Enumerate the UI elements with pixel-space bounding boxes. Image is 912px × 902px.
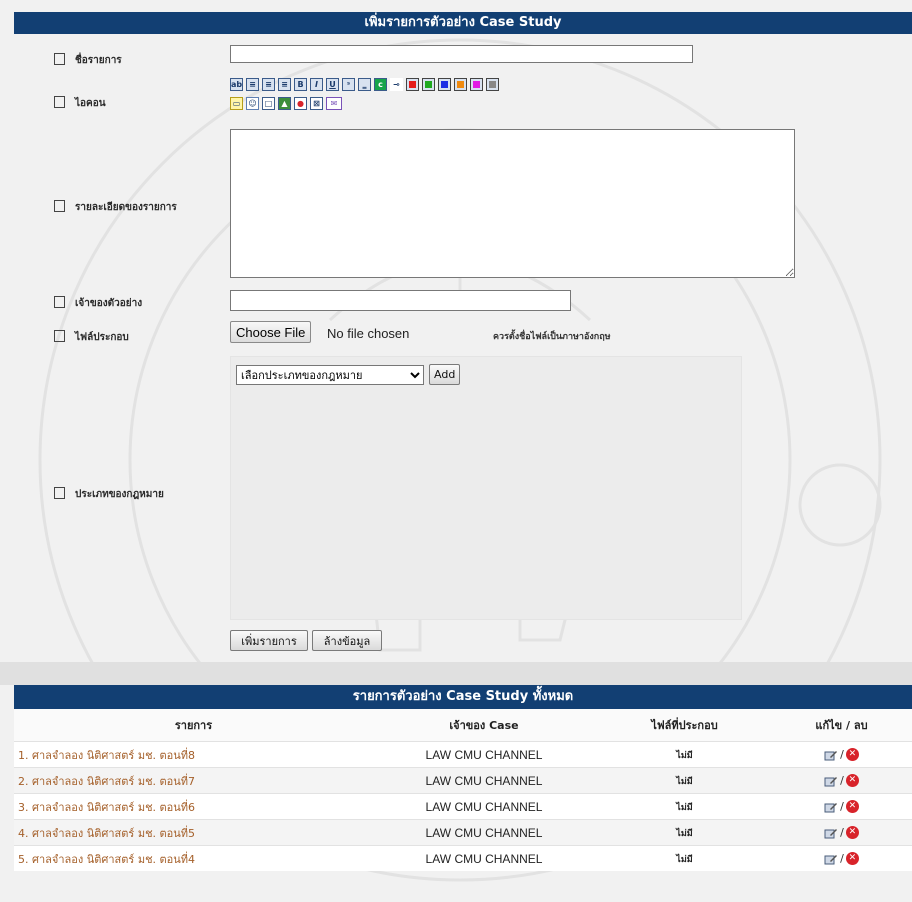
action-separator: / [840, 773, 844, 787]
action-separator: / [840, 747, 844, 761]
add-case-study-header: เพิ่มรายการตัวอย่าง Case Study [14, 12, 912, 34]
item-link[interactable]: 3. ศาลจำลอง นิติศาสตร์ มช. ตอนที่6 [14, 793, 370, 820]
frame-icon[interactable]: □ [262, 97, 275, 110]
image-icon[interactable]: ▲ [278, 97, 291, 110]
actions-cell: / ✕ [771, 845, 912, 871]
bullet-icon [54, 53, 65, 65]
green-color-icon[interactable] [422, 78, 435, 91]
file-cell: ไม่มี [598, 793, 771, 820]
red-color-icon[interactable] [406, 78, 419, 91]
icon-label: ไอคอน [54, 96, 106, 111]
action-separator: / [840, 851, 844, 865]
gray-color-icon[interactable] [486, 78, 499, 91]
file-status: No file chosen [327, 326, 410, 341]
delete-icon[interactable]: ✕ [845, 800, 859, 814]
orange-color-icon[interactable] [454, 78, 467, 91]
file-cell: ไม่มี [598, 767, 771, 794]
owner-input[interactable] [230, 290, 571, 311]
color-icon[interactable]: c [374, 78, 387, 91]
justify-center-icon[interactable]: ≡ [262, 78, 275, 91]
table-row: 4. ศาลจำลอง นิติศาสตร์ มช. ตอนที่5 LAW C… [14, 819, 912, 846]
law-type-select[interactable]: เลือกประเภทของกฎหมาย [236, 365, 424, 385]
section-divider [0, 662, 912, 685]
actions-cell: / ✕ [771, 793, 912, 820]
justify-left-icon[interactable]: ≡ [246, 78, 259, 91]
file-cell: ไม่มี [598, 845, 771, 871]
emoticon-icon[interactable]: ☺ [246, 97, 259, 110]
bullet-icon [54, 487, 65, 499]
law-type-label: ประเภทของกฎหมาย [54, 487, 164, 502]
edit-icon[interactable] [824, 801, 838, 813]
formatting-toolbar: ab ≡ ≡ ≡ B I U ˢ ‗ c ⊸ [230, 78, 499, 91]
edit-icon[interactable] [824, 749, 838, 761]
choose-file-button[interactable]: Choose File [230, 321, 312, 343]
table-header-row: รายการ เจ้าของ Case ไฟล์ที่ประกอบ แก้ไข … [14, 709, 912, 742]
actions-cell: / ✕ [771, 767, 912, 794]
column-header-actions: แก้ไข / ลบ [771, 709, 912, 742]
highlight-icon[interactable]: ⊸ [390, 78, 403, 91]
owner-label: เจ้าของตัวอย่าง [54, 296, 142, 311]
delete-icon[interactable]: ✕ [845, 748, 859, 762]
bullet-icon [54, 96, 65, 108]
item-link[interactable]: 2. ศาลจำลอง นิติศาสตร์ มช. ตอนที่7 [14, 767, 370, 794]
owner-cell: LAW CMU CHANNEL [370, 845, 598, 871]
table-row: 3. ศาลจำลอง นิติศาสตร์ มช. ตอนที่6 LAW C… [14, 793, 912, 820]
delete-icon[interactable]: ✕ [845, 852, 859, 866]
file-label: ไฟล์ประกอบ [54, 330, 129, 345]
case-study-list-header: รายการตัวอย่าง Case Study ทั้งหมด [14, 685, 912, 709]
table-row: 1. ศาลจำลอง นิติศาสตร์ มช. ตอนที่8 LAW C… [14, 741, 912, 768]
blue-color-icon[interactable] [438, 78, 451, 91]
case-study-table: รายการ เจ้าของ Case ไฟล์ที่ประกอบ แก้ไข … [14, 709, 912, 871]
underline-icon[interactable]: U [326, 78, 339, 91]
edit-icon[interactable] [824, 853, 838, 865]
column-header-item: รายการ [14, 709, 370, 742]
file-cell: ไม่มี [598, 819, 771, 846]
table-row: 5. ศาลจำลอง นิติศาสตร์ มช. ตอนที่4 LAW C… [14, 845, 912, 871]
justify-right-icon[interactable]: ≡ [278, 78, 291, 91]
law-type-box [230, 356, 742, 620]
bullet-icon [54, 296, 65, 308]
column-header-owner: เจ้าของ Case [370, 709, 598, 742]
item-name-label: ชื่อรายการ [54, 53, 122, 68]
email-icon[interactable]: ✉ [326, 97, 342, 110]
owner-cell: LAW CMU CHANNEL [370, 741, 598, 768]
italic-icon[interactable]: I [310, 78, 323, 91]
table-row: 2. ศาลจำลอง นิติศาสตร์ มช. ตอนที่7 LAW C… [14, 767, 912, 794]
column-header-file: ไฟล์ที่ประกอบ [598, 709, 771, 742]
item-link[interactable]: 4. ศาลจำลอง นิติศาสตร์ มช. ตอนที่5 [14, 819, 370, 846]
subscript-icon[interactable]: ‗ [358, 78, 371, 91]
file-cell: ไม่มี [598, 741, 771, 768]
bullet-icon [54, 330, 65, 342]
owner-cell: LAW CMU CHANNEL [370, 767, 598, 794]
link-icon[interactable]: ⊠ [310, 97, 323, 110]
bullet-icon [54, 200, 65, 212]
detail-textarea[interactable] [230, 129, 795, 278]
item-link[interactable]: 5. ศาลจำลอง นิติศาสตร์ มช. ตอนที่4 [14, 845, 370, 871]
delete-icon[interactable]: ✕ [845, 826, 859, 840]
edit-icon[interactable] [824, 775, 838, 787]
flash-icon[interactable]: ● [294, 97, 307, 110]
action-separator: / [840, 825, 844, 839]
reset-button[interactable]: ล้างข้อมูล [312, 630, 382, 651]
delete-icon[interactable]: ✕ [845, 774, 859, 788]
item-link[interactable]: 1. ศาลจำลอง นิติศาสตร์ มช. ตอนที่8 [14, 741, 370, 768]
actions-cell: / ✕ [771, 819, 912, 846]
speech-bubble-icon[interactable]: ▭ [230, 97, 243, 110]
submit-button[interactable]: เพิ่มรายการ [230, 630, 308, 651]
superscript-icon[interactable]: ˢ [342, 78, 355, 91]
insert-toolbar: ▭ ☺ □ ▲ ● ⊠ ✉ [230, 97, 342, 110]
edit-icon[interactable] [824, 827, 838, 839]
owner-cell: LAW CMU CHANNEL [370, 819, 598, 846]
detail-label: รายละเอียดของรายการ [54, 200, 177, 215]
align-icon[interactable]: ab [230, 78, 243, 91]
bold-icon[interactable]: B [294, 78, 307, 91]
add-law-type-button[interactable]: Add [429, 364, 461, 385]
owner-cell: LAW CMU CHANNEL [370, 793, 598, 820]
magenta-color-icon[interactable] [470, 78, 483, 91]
actions-cell: / ✕ [771, 741, 912, 768]
file-note: ควรตั้งชื่อไฟล์เป็นภาษาอังกฤษ [493, 332, 611, 342]
item-name-input[interactable] [230, 45, 693, 63]
action-separator: / [840, 799, 844, 813]
